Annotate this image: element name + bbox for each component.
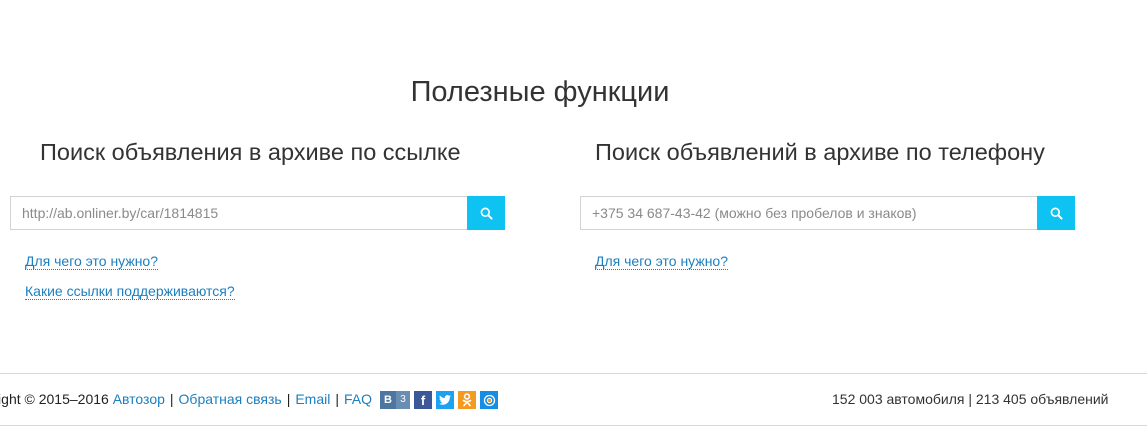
search-icon (480, 207, 493, 220)
archive-link-search-title: Поиск объявления в архиве по ссылке (40, 139, 461, 165)
facebook-icon: f (420, 392, 426, 408)
vk-share-button[interactable]: В 3 (380, 391, 410, 409)
odnoklassniki-icon (462, 393, 472, 407)
footer-separator: | (286, 391, 291, 407)
link-search-why-link[interactable]: Для чего это нужно? (25, 253, 158, 270)
facebook-share-button[interactable]: f (414, 391, 432, 409)
footer-separator: | (169, 391, 174, 407)
twitter-share-button[interactable] (436, 391, 454, 409)
phone-search-button[interactable] (1037, 196, 1075, 230)
site-stats: 152 003 автомобиля | 213 405 объявлений (832, 391, 1109, 407)
search-icon (1050, 207, 1063, 220)
phone-search-why-link[interactable]: Для чего это нужно? (595, 253, 728, 270)
feedback-link[interactable]: Обратная связь (179, 391, 282, 407)
odnoklassniki-share-button[interactable] (458, 391, 476, 409)
mailru-share-button[interactable] (480, 391, 498, 409)
mailru-icon (483, 394, 495, 406)
faq-link[interactable]: FAQ (344, 391, 372, 407)
social-share-buttons: В 3 f (380, 391, 498, 409)
copyright-text: pyright © 2015–2016 (0, 391, 109, 407)
link-search-button[interactable] (467, 196, 505, 230)
link-search-input[interactable] (11, 197, 467, 229)
supported-links-link[interactable]: Какие ссылки поддерживаются? (25, 283, 235, 300)
link-search-box (10, 196, 505, 230)
phone-search-box (580, 196, 1075, 230)
footer-divider-top (0, 373, 1147, 374)
vk-icon: В (384, 394, 392, 406)
vk-share-count: 3 (396, 391, 410, 409)
archive-phone-search-title: Поиск объявлений в архиве по телефону (595, 139, 1045, 165)
email-link[interactable]: Email (295, 391, 330, 407)
phone-search-input[interactable] (581, 197, 1037, 229)
footer-separator: | (335, 391, 339, 407)
autozor-link[interactable]: Автозор (113, 391, 165, 407)
page-title: Полезные функции (410, 76, 670, 108)
footer-links: pyright © 2015–2016 Автозор | Обратная с… (0, 391, 372, 407)
twitter-icon (439, 395, 451, 405)
